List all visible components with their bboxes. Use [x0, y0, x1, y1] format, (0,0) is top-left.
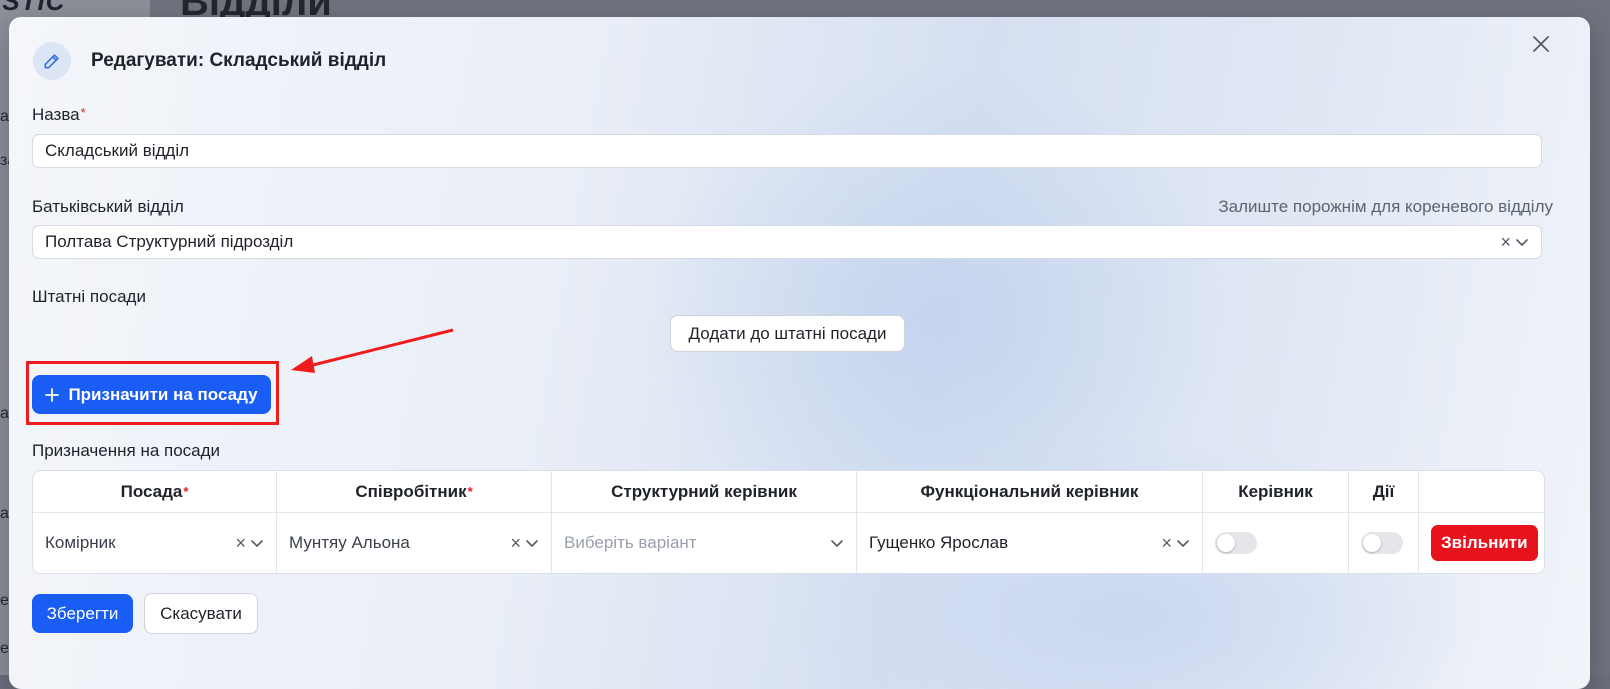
- functional-manager-value: Гущенко Ярослав: [869, 533, 1009, 552]
- required-mark: *: [183, 484, 189, 499]
- name-input-value: Складський відділ: [45, 141, 190, 160]
- actions-cell: [1349, 513, 1419, 573]
- staff-positions-label: Штатні посади: [32, 287, 146, 306]
- assignments-label: Призначення на посади: [32, 441, 221, 460]
- close-icon[interactable]: [1532, 35, 1550, 53]
- background-sidebar-text: е: [0, 592, 9, 609]
- save-button[interactable]: Зберегти: [32, 594, 133, 633]
- parent-department-label: Батьківський відділ: [32, 197, 184, 216]
- background-sidebar-text: е: [0, 640, 9, 657]
- column-header-manager: Керівник: [1203, 471, 1349, 512]
- column-header-position: Посада *: [33, 471, 277, 512]
- column-header-structural-manager: Структурний керівник: [552, 471, 857, 512]
- required-mark: *: [80, 105, 86, 120]
- chevron-down-icon[interactable]: [250, 536, 264, 550]
- background-sidebar-text: а: [0, 108, 9, 125]
- chevron-down-icon[interactable]: [525, 536, 539, 550]
- parent-department-hint: Залиште порожнім для кореневого відділу: [1218, 197, 1553, 216]
- modal-header: Редагувати: Складський відділ: [33, 41, 386, 81]
- column-header-functional-manager: Функціональний керівник: [857, 471, 1203, 512]
- dismiss-button[interactable]: Звільнити: [1431, 525, 1538, 561]
- name-input[interactable]: Складський відділ: [32, 134, 1542, 168]
- chevron-down-icon[interactable]: [830, 536, 844, 550]
- modal-title: Редагувати: Складський відділ: [91, 50, 387, 71]
- position-value: Комірник: [45, 533, 116, 552]
- cancel-button[interactable]: Скасувати: [144, 593, 258, 634]
- column-header-actions: Дії: [1349, 471, 1419, 512]
- table-header: Посада * Співробітник * Структурний керівн…: [33, 471, 1544, 513]
- employee-select[interactable]: Мунтяу Альона ×: [277, 513, 552, 573]
- clear-icon[interactable]: ×: [1500, 233, 1511, 251]
- clear-icon[interactable]: ×: [510, 534, 521, 552]
- annotation-arrow-icon: [291, 328, 454, 373]
- chevron-down-icon[interactable]: [1515, 235, 1529, 249]
- functional-manager-select[interactable]: Гущенко Ярослав ×: [857, 513, 1203, 573]
- employee-value: Мунтяу Альона: [289, 533, 410, 552]
- manager-cell: [1203, 513, 1349, 573]
- clear-icon[interactable]: ×: [235, 534, 246, 552]
- clear-icon[interactable]: ×: [1161, 534, 1172, 552]
- table-row: Комірник × Мунтяу Альона × Виберіть варі…: [33, 513, 1544, 573]
- column-header-empty: [1419, 471, 1544, 512]
- edit-pencil-icon: [33, 42, 71, 80]
- parent-department-select[interactable]: Полтава Структурний підрозділ ×: [32, 225, 1542, 259]
- column-header-employee: Співробітник *: [277, 471, 552, 512]
- edit-department-modal: Редагувати: Складський відділ Назва* Скл…: [9, 17, 1590, 689]
- required-mark: *: [467, 484, 473, 499]
- annotation-highlight-box: [26, 361, 279, 425]
- name-label: Назва*: [32, 105, 86, 124]
- add-staff-position-button[interactable]: Додати до штатні посади: [670, 315, 905, 352]
- structural-manager-placeholder: Виберіть варіант: [564, 533, 697, 552]
- actions-toggle[interactable]: [1361, 532, 1403, 554]
- dismiss-cell: Звільнити: [1419, 513, 1544, 573]
- chevron-down-icon[interactable]: [1176, 536, 1190, 550]
- background-sidebar-text: а: [0, 405, 9, 422]
- assignments-table: Посада * Співробітник * Структурний керівн…: [32, 470, 1545, 574]
- position-select[interactable]: Комірник ×: [33, 513, 277, 573]
- structural-manager-select[interactable]: Виберіть варіант: [552, 513, 857, 573]
- manager-toggle[interactable]: [1215, 532, 1257, 554]
- parent-department-value: Полтава Структурний підрозділ: [45, 232, 294, 251]
- background-logo: ISTIC: [0, 0, 66, 16]
